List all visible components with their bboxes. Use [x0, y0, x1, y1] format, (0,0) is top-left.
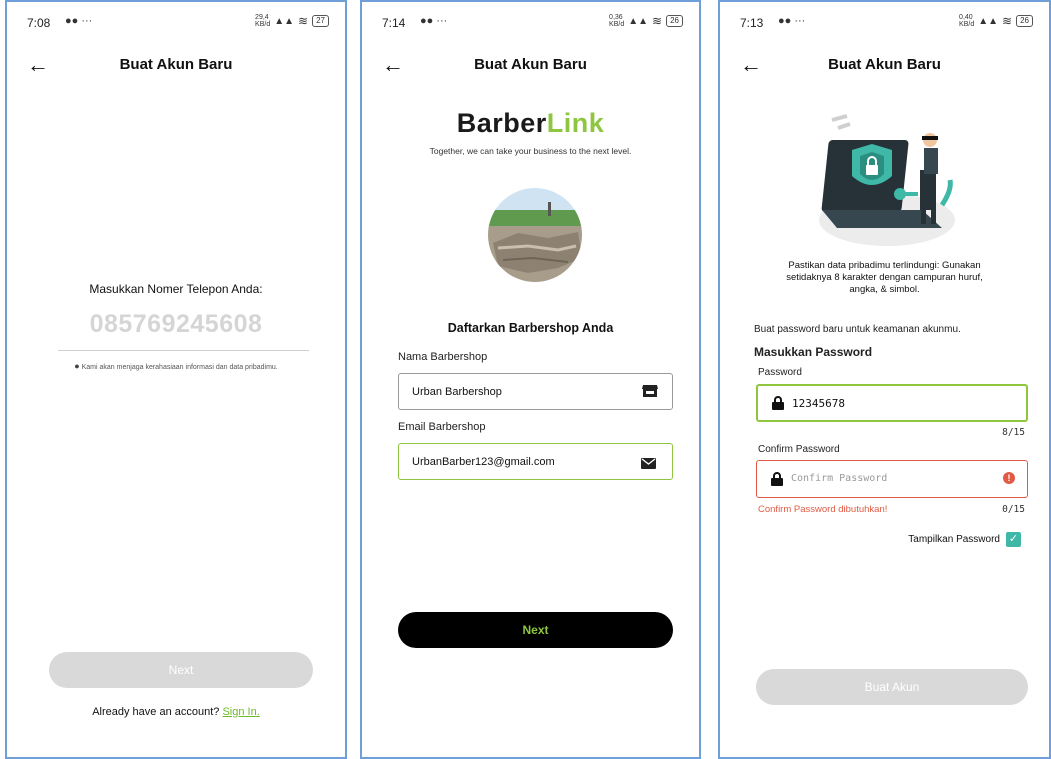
status-right: 0,36 KB/d ▲▲ ≋ 26	[609, 14, 683, 28]
signal-icon: ▲▲	[978, 15, 999, 27]
signin-link[interactable]: Sign In.	[222, 706, 259, 718]
confirm-counter: 0/15	[1002, 504, 1025, 515]
confirm-placeholder: Confirm Password	[791, 473, 888, 484]
error-icon: !	[1003, 472, 1015, 484]
instruction-text: Buat password baru untuk keamanan akunmu…	[754, 324, 961, 335]
status-bar: 7:14 ●● ··· 0,36 KB/d ▲▲ ≋ 26	[362, 14, 699, 34]
email-field[interactable]: UrbanBarber123@gmail.com	[398, 443, 673, 480]
envelope-icon	[641, 456, 656, 474]
shield-icon: ●	[74, 361, 80, 371]
status-time: 7:08	[27, 16, 51, 30]
network-speed: 0,40 KB/d	[959, 14, 975, 28]
brand-logo: BarberLink	[362, 108, 699, 139]
page-title: Buat Akun Baru	[474, 56, 587, 73]
next-button[interactable]: Next	[398, 612, 673, 648]
password-tip: Pastikan data pribadimu terlindungi: Gun…	[720, 260, 1049, 296]
notification-icons: ●● ···	[778, 15, 806, 27]
wifi-icon: ≋	[1002, 14, 1013, 28]
notification-icons: ●● ···	[65, 15, 93, 27]
app-bar: ← Buat Akun Baru	[362, 50, 699, 80]
app-bar: ← Buat Akun Baru	[7, 50, 345, 80]
email-label: Email Barbershop	[398, 421, 486, 433]
status-right: 29,4 KB/d ▲▲ ≋ 27	[255, 14, 329, 28]
next-button[interactable]: Next	[49, 652, 313, 688]
signal-icon: ▲▲	[274, 15, 295, 27]
show-password-checkbox[interactable]: ✓	[1006, 532, 1021, 547]
lock-icon	[772, 396, 784, 415]
name-field[interactable]: Urban Barbershop	[398, 373, 673, 410]
page-title: Buat Akun Baru	[828, 56, 941, 73]
phone-prompt: Masukkan Nomer Telepon Anda:	[89, 282, 263, 296]
input-underline	[58, 350, 309, 351]
network-speed: 0,36 KB/d	[609, 14, 625, 28]
battery-icon: 27	[312, 15, 329, 27]
show-password-label: Tampilkan Password	[908, 534, 1000, 545]
wifi-icon: ≋	[652, 14, 663, 28]
status-bar: 7:08 ●● ··· 29,4 KB/d ▲▲ ≋ 27	[7, 14, 345, 34]
password-label: Password	[758, 367, 802, 378]
avatar-image	[488, 188, 582, 282]
confirm-password-field[interactable]: Confirm Password !	[756, 460, 1028, 498]
phone-input[interactable]: 085769245608	[7, 310, 345, 339]
confirm-error-text: Confirm Password dibutuhkan!	[758, 504, 888, 515]
name-label: Nama Barbershop	[398, 351, 488, 363]
tip-line-1: Pastikan data pribadimu terlindungi: Gun…	[788, 260, 981, 271]
password-field[interactable]: 12345678	[756, 384, 1028, 422]
create-account-button[interactable]: Buat Akun	[756, 669, 1028, 705]
section-title: Daftarkan Barbershop Anda	[447, 321, 614, 335]
name-value: Urban Barbershop	[412, 386, 502, 398]
status-time: 7:13	[740, 16, 764, 30]
status-right: 0,40 KB/d ▲▲ ≋ 26	[959, 14, 1033, 28]
password-value: 12345678	[792, 397, 845, 410]
confirm-label: Confirm Password	[758, 444, 840, 455]
status-time: 7:14	[382, 16, 406, 30]
barbershop-avatar[interactable]	[488, 188, 582, 282]
signin-row: Already have an account? Sign In.	[7, 706, 345, 718]
signin-text: Already have an account?	[92, 706, 220, 718]
privacy-text: Kami akan menjaga kerahasiaan informasi …	[81, 364, 278, 371]
store-icon	[642, 383, 658, 404]
screen-password: 7:13 ●● ··· 0,40 KB/d ▲▲ ≋ 26 ← Buat Aku…	[718, 0, 1051, 759]
screen-phone-number: 7:08 ●● ··· 29,4 KB/d ▲▲ ≋ 27 ← Buat Aku…	[5, 0, 347, 759]
network-speed: 29,4 KB/d	[255, 14, 271, 28]
privacy-note: ● Kami akan menjaga kerahasiaan informas…	[7, 361, 345, 371]
page-title: Buat Akun Baru	[119, 56, 233, 73]
email-value: UrbanBarber123@gmail.com	[412, 456, 555, 468]
tip-line-2: setidaknya 8 karakter dengan campuran hu…	[786, 272, 983, 283]
tip-line-3: angka, & simbol.	[849, 284, 920, 295]
signal-icon: ▲▲	[628, 15, 649, 27]
brand-link: Link	[546, 108, 605, 138]
password-counter: 8/15	[1002, 427, 1025, 438]
screen-barbershop-details: 7:14 ●● ··· 0,36 KB/d ▲▲ ≋ 26 ← Buat Aku…	[360, 0, 701, 759]
password-heading: Masukkan Password	[754, 345, 873, 359]
status-bar: 7:13 ●● ··· 0,40 KB/d ▲▲ ≋ 26	[720, 14, 1049, 34]
battery-icon: 26	[1016, 15, 1033, 27]
wifi-icon: ≋	[298, 14, 309, 28]
battery-icon: 26	[666, 15, 683, 27]
app-bar: ← Buat Akun Baru	[720, 50, 1049, 80]
lock-icon	[771, 472, 783, 491]
brand-barber: Barber	[456, 108, 547, 138]
security-illustration	[812, 110, 972, 255]
notification-icons: ●● ···	[420, 15, 448, 27]
show-password-row: Tampilkan Password ✓	[908, 532, 1021, 547]
tagline: Together, we can take your business to t…	[429, 146, 632, 156]
